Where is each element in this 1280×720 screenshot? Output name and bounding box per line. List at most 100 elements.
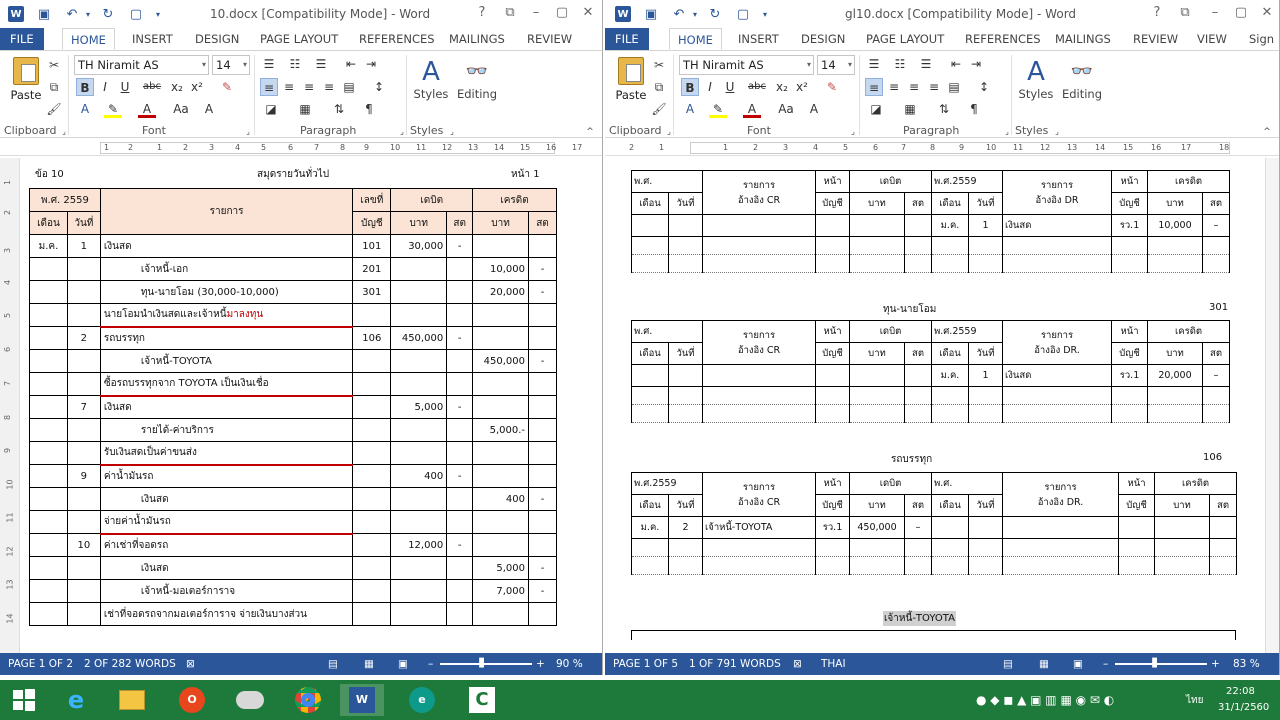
italic-icon[interactable]: I [701, 78, 719, 96]
status-page[interactable]: PAGE 1 OF 2 [8, 653, 73, 675]
print-layout-icon[interactable]: ▦ [364, 653, 374, 675]
grow-font-icon[interactable]: A [200, 100, 218, 118]
status-words[interactable]: 1 OF 791 WORDS [689, 653, 781, 675]
read-mode-icon[interactable]: ▤ [1003, 653, 1013, 675]
clear-formatting-icon[interactable]: ✎ [823, 78, 841, 96]
print-layout-icon[interactable]: ▦ [1039, 653, 1049, 675]
styles-button[interactable]: A Styles [408, 57, 454, 101]
superscript-icon[interactable]: x² [793, 78, 811, 96]
file-explorer-button[interactable] [110, 684, 154, 716]
save-icon[interactable]: ▣ [643, 6, 659, 22]
sort-icon[interactable]: ⇅ [935, 100, 953, 118]
sign-in-link[interactable]: Sign [1249, 28, 1274, 50]
proofing-icon[interactable]: ⊠ [186, 653, 195, 675]
web-layout-icon[interactable]: ▣ [398, 653, 408, 675]
font-color-icon[interactable]: A [743, 100, 761, 118]
font-size-combo[interactable]: 14 ▾ [212, 55, 250, 75]
align-left-icon[interactable]: ≡ [260, 78, 278, 96]
close-icon[interactable]: ✕ [1257, 5, 1277, 20]
status-language[interactable]: THAI [821, 653, 846, 675]
cut-icon[interactable]: ✂ [651, 57, 667, 73]
help-icon[interactable]: ? [1147, 5, 1167, 20]
font-color-icon[interactable]: A [138, 100, 156, 118]
tab-insert[interactable]: INSERT [738, 28, 779, 50]
tray-icons[interactable]: ● ◆ ◼ ▲ ▣ ▥ ▦ ◉ ✉ ◐ [976, 693, 1114, 707]
bullets-icon[interactable]: ☰ [260, 55, 278, 73]
language-indicator[interactable]: ไทย [1186, 693, 1203, 708]
redo-icon[interactable]: ↻ [707, 6, 723, 22]
grow-font-icon[interactable]: A [805, 100, 823, 118]
tab-references[interactable]: REFERENCES [359, 28, 435, 50]
zoom-out-icon[interactable]: – [1103, 653, 1108, 675]
minimize-icon[interactable]: – [1205, 5, 1225, 20]
clock-date[interactable]: 31/1/2560 [1218, 702, 1269, 713]
align-center-icon[interactable]: ≡ [280, 78, 298, 96]
zoom-thumb[interactable]: ▮ [1151, 652, 1158, 674]
close-icon[interactable]: ✕ [578, 5, 598, 20]
borders-icon[interactable]: ▦ [296, 100, 314, 118]
format-painter-icon[interactable]: 🖌 [651, 101, 667, 117]
horizontal-ruler[interactable]: 1 2 1 2 3 4 5 6 7 8 9 10 11 12 13 14 15 … [0, 140, 602, 156]
collapse-ribbon-icon[interactable]: ^ [582, 124, 598, 140]
align-center-icon[interactable]: ≡ [885, 78, 903, 96]
justify-icon[interactable]: ≡ [320, 78, 338, 96]
new-document-icon[interactable]: ▢ [128, 6, 144, 22]
paragraph-launcher-icon[interactable]: ⌟ [999, 124, 1015, 140]
vertical-ruler[interactable]: 1 2 3 4 5 6 7 8 9 10 11 12 13 14 [0, 158, 20, 653]
zoom-level[interactable]: 90 % [556, 653, 583, 675]
tab-page-layout[interactable]: PAGE LAYOUT [260, 28, 338, 50]
maximize-icon[interactable]: ▢ [552, 5, 572, 20]
status-words[interactable]: 2 OF 282 WORDS [84, 653, 176, 675]
word-button[interactable]: W [340, 684, 384, 716]
justify-icon[interactable]: ≡ [925, 78, 943, 96]
sort-icon[interactable]: ⇅ [330, 100, 348, 118]
underline-icon[interactable]: U [721, 78, 739, 96]
copy-icon[interactable]: ⧉ [46, 79, 62, 95]
highlight-icon[interactable]: ✎ [709, 100, 727, 118]
subscript-icon[interactable]: x₂ [168, 78, 186, 96]
align-right-icon[interactable]: ≡ [300, 78, 318, 96]
change-case-icon[interactable]: Aa [170, 100, 192, 118]
ribbon-display-icon[interactable]: ⧉ [1175, 5, 1195, 20]
tab-design[interactable]: DESIGN [195, 28, 239, 50]
internet-explorer-button[interactable]: e [54, 684, 98, 716]
italic-icon[interactable]: I [96, 78, 114, 96]
zoom-out-icon[interactable]: – [428, 653, 433, 675]
show-formatting-icon[interactable]: ¶ [360, 100, 378, 118]
redo-icon[interactable]: ↻ [100, 6, 116, 22]
start-button[interactable] [2, 684, 46, 716]
align-left-icon[interactable]: ≡ [865, 78, 883, 96]
tab-home[interactable]: HOME [62, 28, 115, 50]
superscript-icon[interactable]: x² [188, 78, 206, 96]
read-mode-icon[interactable]: ▤ [328, 653, 338, 675]
numbering-icon[interactable]: ☷ [286, 55, 304, 73]
bullets-icon[interactable]: ☰ [865, 55, 883, 73]
office-button[interactable]: O [170, 684, 214, 716]
status-page[interactable]: PAGE 1 OF 5 [613, 653, 678, 675]
clipboard-launcher-icon[interactable]: ⌟ [661, 124, 677, 140]
undo-icon[interactable]: ↶ [64, 6, 80, 22]
tab-review[interactable]: REVIEW [527, 28, 572, 50]
bold-icon[interactable]: B [681, 78, 699, 96]
distributed-icon[interactable]: ▤ [945, 78, 963, 96]
shading-icon[interactable]: ◪ [867, 100, 885, 118]
styles-launcher-icon[interactable]: ⌟ [1049, 124, 1065, 140]
cut-icon[interactable]: ✂ [46, 57, 62, 73]
zoom-thumb[interactable]: ▮ [478, 652, 485, 674]
paste-button[interactable]: Paste [8, 57, 44, 103]
tab-references[interactable]: REFERENCES [965, 28, 1041, 50]
font-name-combo[interactable]: TH Niramit AS ▾ [679, 55, 814, 75]
show-formatting-icon[interactable]: ¶ [965, 100, 983, 118]
tab-review[interactable]: REVIEW [1133, 28, 1178, 50]
zoom-slider[interactable] [440, 663, 532, 665]
clipboard-launcher-icon[interactable]: ⌟ [56, 124, 72, 140]
line-spacing-icon[interactable]: ↕ [975, 78, 993, 96]
styles-launcher-icon[interactable]: ⌟ [444, 124, 460, 140]
web-layout-icon[interactable]: ▣ [1073, 653, 1083, 675]
text-effects-icon[interactable]: A [76, 100, 94, 118]
horizontal-ruler[interactable]: 2 1 1 2 3 4 5 6 7 8 9 10 11 12 13 14 15 … [605, 140, 1279, 156]
save-icon[interactable]: ▣ [36, 6, 52, 22]
clock-time[interactable]: 22:08 [1226, 686, 1255, 697]
multilevel-list-icon[interactable]: ☰ [312, 55, 330, 73]
document-page[interactable]: ข้อ 10 สมุดรายวันทั่วไป หน้า 1 พ.ศ. 2559… [21, 158, 602, 653]
